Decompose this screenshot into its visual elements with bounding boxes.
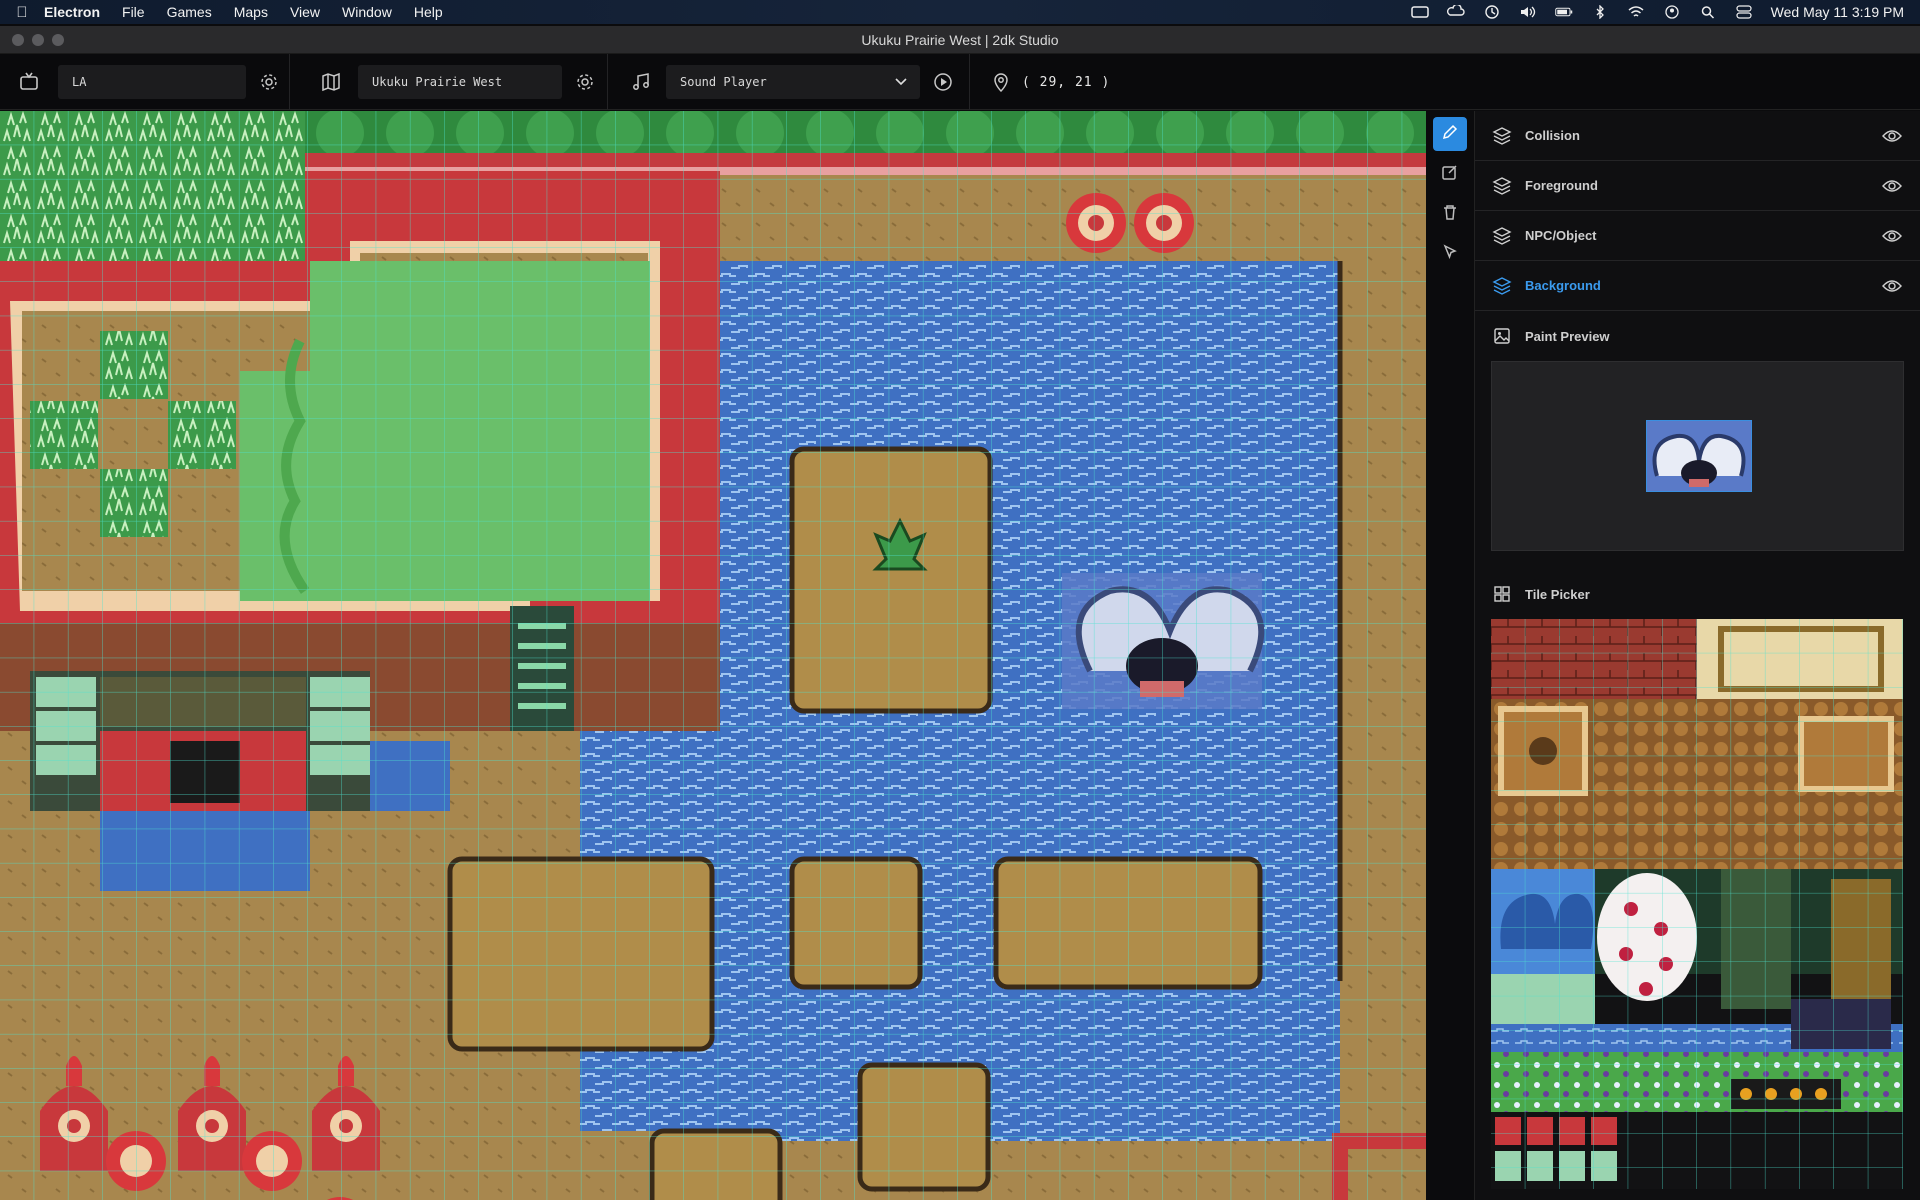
paint-preview-title: Paint Preview xyxy=(1525,328,1610,344)
cursor-coordinates: ( 29, 21 ) xyxy=(1022,74,1111,90)
window-minimize-button[interactable] xyxy=(32,34,44,46)
window-title: Ukuku Prairie West | 2dk Studio xyxy=(861,31,1059,48)
pencil-tool[interactable] xyxy=(1433,117,1467,151)
erase-tool[interactable] xyxy=(1433,197,1467,231)
tile-picker-title: Tile Picker xyxy=(1525,586,1590,602)
map-icon xyxy=(320,71,342,93)
window-close-button[interactable] xyxy=(12,34,24,46)
menu-help[interactable]: Help xyxy=(414,4,443,20)
map-selector-group: Ukuku Prairie West xyxy=(290,54,608,110)
pencil-icon xyxy=(1441,123,1459,146)
layer-npc-object[interactable]: NPC/Object xyxy=(1475,211,1920,261)
tv-icon xyxy=(18,71,40,93)
menu-clock[interactable]: Wed May 11 3:19 PM xyxy=(1771,4,1904,20)
game-selector-group: LA xyxy=(0,54,290,110)
user-account-icon[interactable] xyxy=(1663,5,1681,19)
window-titlebar: Ukuku Prairie West | 2dk Studio xyxy=(0,26,1920,54)
tile-picker-sheet[interactable] xyxy=(1491,619,1903,1189)
apple-menu-icon[interactable]:  xyxy=(0,4,44,21)
grid-icon xyxy=(1493,585,1511,603)
eye-icon[interactable] xyxy=(1882,276,1902,296)
layers-icon xyxy=(1491,175,1513,197)
map-canvas[interactable] xyxy=(0,111,1426,1200)
select-tool[interactable] xyxy=(1433,237,1467,271)
tile-picker-header: Tile Picker xyxy=(1475,569,1920,619)
edit-square-icon xyxy=(1441,163,1459,186)
spotlight-search-icon[interactable] xyxy=(1699,5,1717,19)
paint-preview-tile xyxy=(1646,420,1752,492)
game-field[interactable]: LA xyxy=(58,65,246,99)
menu-app-name[interactable]: Electron xyxy=(44,4,100,20)
edit-tool[interactable] xyxy=(1433,157,1467,191)
menu-bar:  Electron File Games Maps View Window H… xyxy=(0,0,1920,24)
window-zoom-button[interactable] xyxy=(52,34,64,46)
map-pin-icon xyxy=(990,71,1012,93)
music-note-icon xyxy=(630,71,652,93)
wifi-icon[interactable] xyxy=(1627,5,1645,19)
display-status-icon[interactable] xyxy=(1410,5,1429,19)
layer-label: NPC/Object xyxy=(1525,228,1597,243)
tool-palette-spacer xyxy=(1426,281,1474,1200)
cursor-icon xyxy=(1441,243,1459,266)
sound-player-group: Sound Player xyxy=(608,54,970,110)
layer-background[interactable]: Background xyxy=(1475,261,1920,311)
coordinates-group: ( 29, 21 ) xyxy=(970,54,1170,110)
sound-player-select[interactable]: Sound Player xyxy=(666,65,920,99)
paint-preview-box xyxy=(1491,361,1904,551)
cloud-sync-icon[interactable] xyxy=(1446,5,1465,19)
layers-icon xyxy=(1491,125,1513,147)
tool-palette xyxy=(1426,111,1474,281)
layer-label: Collision xyxy=(1525,128,1580,143)
time-machine-icon[interactable] xyxy=(1483,5,1501,19)
menu-file[interactable]: File xyxy=(122,4,145,20)
image-icon xyxy=(1493,327,1511,345)
volume-icon[interactable] xyxy=(1519,5,1537,19)
sound-player-value: Sound Player xyxy=(680,75,767,89)
chevron-down-icon xyxy=(894,74,908,91)
layer-label: Background xyxy=(1525,278,1601,293)
menu-window[interactable]: Window xyxy=(342,4,392,20)
play-circle-icon[interactable] xyxy=(932,71,954,93)
battery-icon[interactable] xyxy=(1554,5,1573,19)
menu-games[interactable]: Games xyxy=(167,4,212,20)
trash-icon xyxy=(1441,203,1459,226)
bluetooth-icon[interactable] xyxy=(1591,5,1609,19)
eye-icon[interactable] xyxy=(1882,226,1902,246)
layers-icon xyxy=(1491,275,1513,297)
layer-foreground[interactable]: Foreground xyxy=(1475,161,1920,211)
side-panel: Collision Foreground NPC/Object Backgrou… xyxy=(1474,111,1920,1200)
map-settings-gear-icon[interactable] xyxy=(574,71,596,93)
game-settings-gear-icon[interactable] xyxy=(258,71,280,93)
eye-icon[interactable] xyxy=(1882,176,1902,196)
menu-view[interactable]: View xyxy=(290,4,320,20)
map-render[interactable] xyxy=(0,111,1426,1200)
layer-collision[interactable]: Collision xyxy=(1475,111,1920,161)
eye-icon[interactable] xyxy=(1882,126,1902,146)
toolbar: LA Ukuku Prairie West Sound Player ( 29,… xyxy=(0,54,1920,110)
paint-preview-header: Paint Preview xyxy=(1475,311,1920,361)
menu-maps[interactable]: Maps xyxy=(234,4,268,20)
layer-label: Foreground xyxy=(1525,178,1598,193)
map-field[interactable]: Ukuku Prairie West xyxy=(358,65,562,99)
layers-icon xyxy=(1491,225,1513,247)
control-center-icon[interactable] xyxy=(1735,5,1753,19)
